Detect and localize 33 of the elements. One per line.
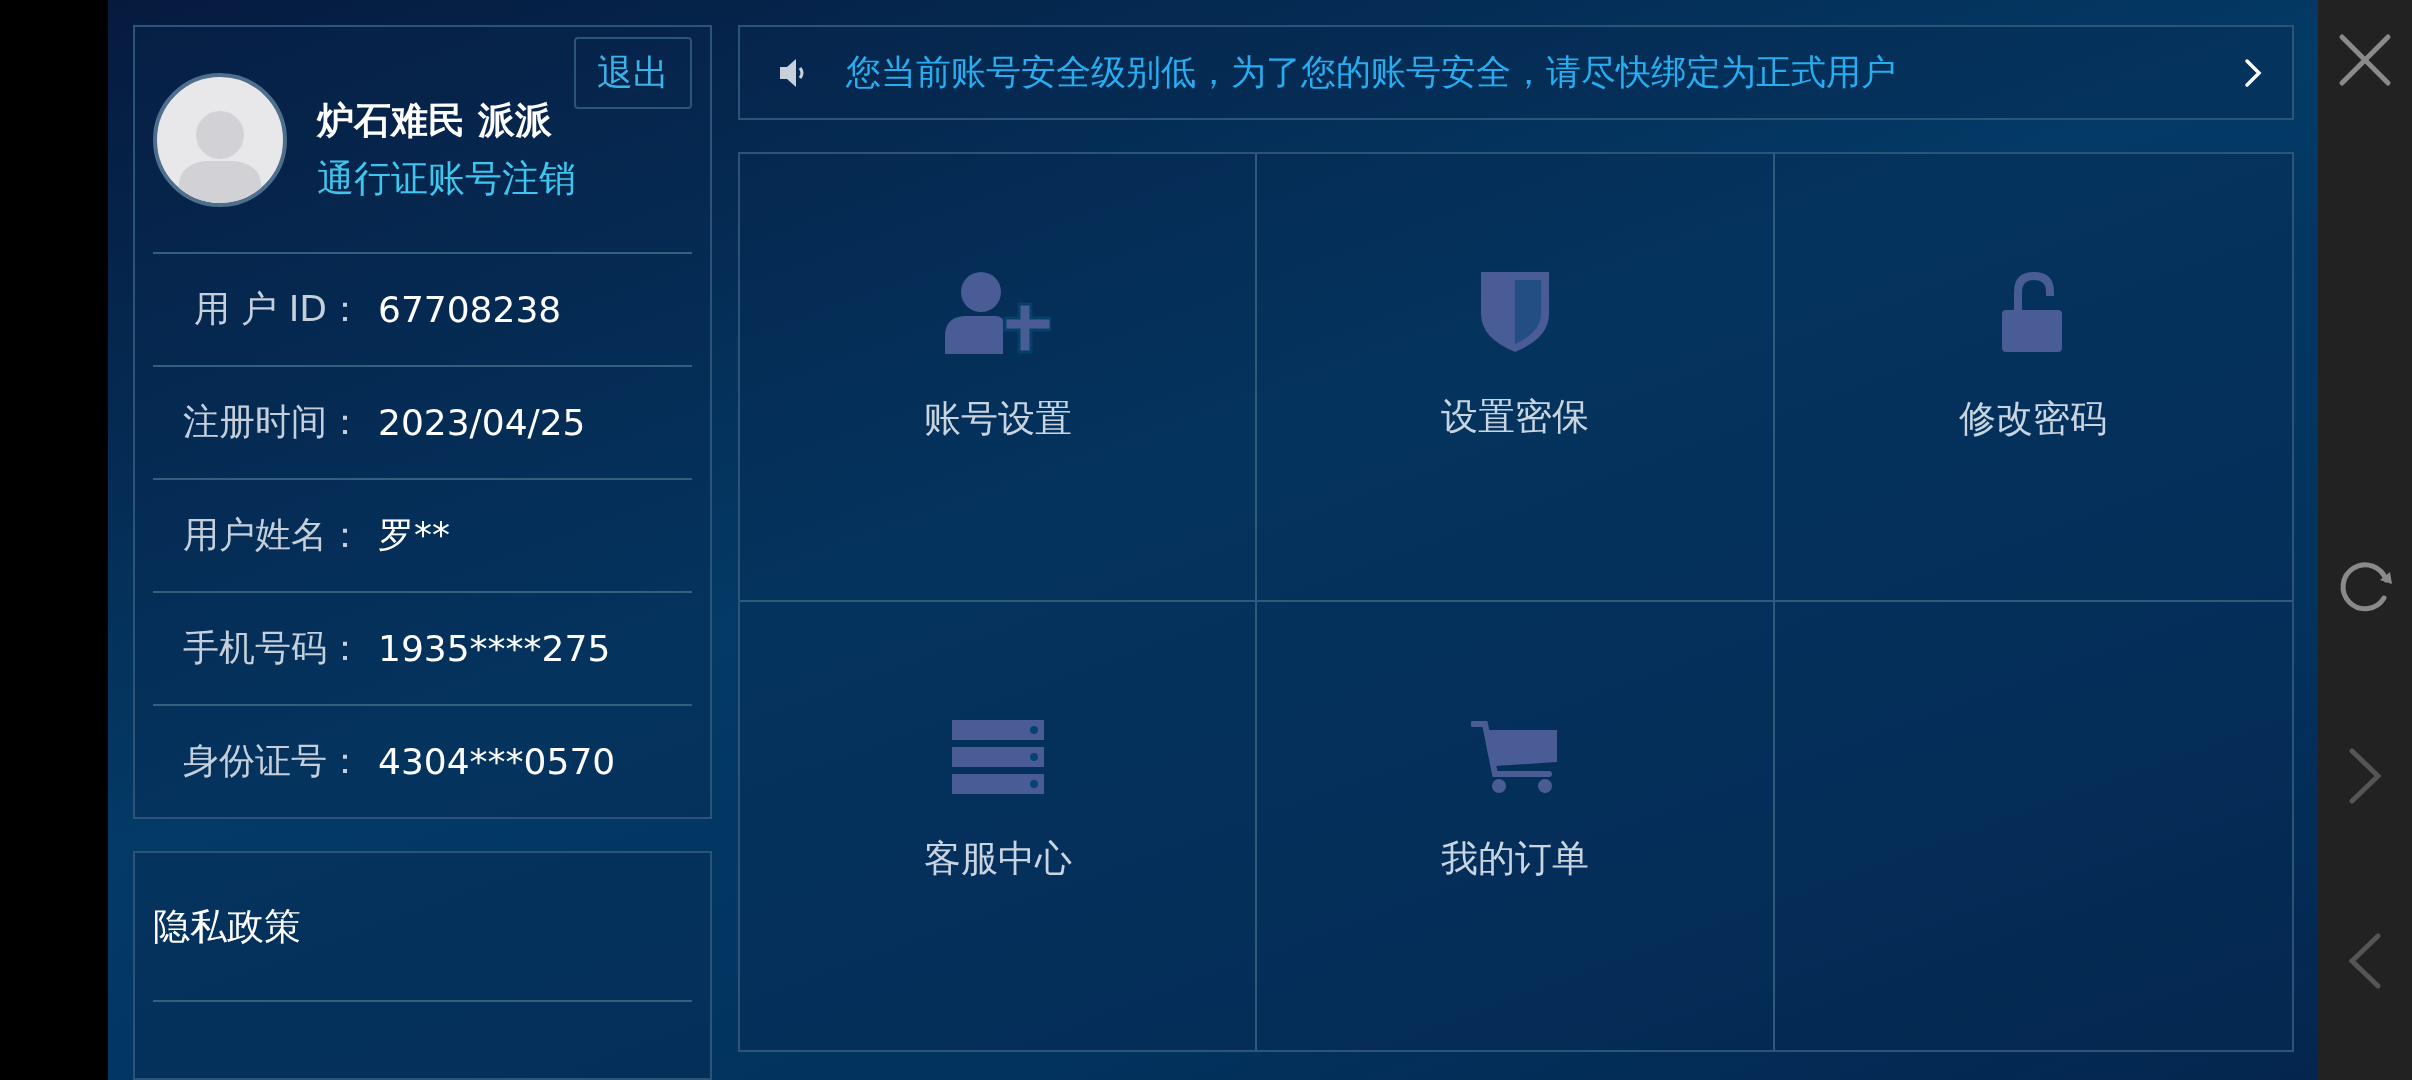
menu-tile[interactable]: 我的订单 — [1257, 602, 1775, 1050]
menu-tile[interactable]: 账号设置 — [740, 154, 1258, 602]
menu-tile[interactable]: 修改密码 — [1774, 154, 2292, 602]
field-label: 注册时间： — [182, 400, 364, 444]
field-value: 罗** — [378, 513, 450, 557]
chevron-right-icon — [2244, 57, 2262, 88]
server-icon — [951, 720, 1044, 794]
menu-tile[interactable]: 客服中心 — [740, 602, 1258, 1050]
field-label: 用 户 ID： — [192, 287, 364, 331]
menu-label: 客服中心 — [923, 836, 1072, 882]
menu-label: 账号设置 — [923, 396, 1072, 442]
user-name: 炉石难民 派派 — [317, 97, 553, 144]
account-cancel-link[interactable]: 通行证账号注销 — [317, 153, 576, 204]
menu-tile[interactable]: 设置密保 — [1257, 154, 1775, 602]
menu-label: 设置密保 — [1441, 394, 1589, 440]
notice-bar[interactable]: 您当前账号安全级别低，为了您的账号安全，请尽快绑定为正式用户 — [738, 25, 2294, 120]
field-value: 67708238 — [378, 289, 562, 330]
link-item[interactable]: 隐私政策 — [153, 853, 692, 1002]
field-label: 手机号码： — [182, 626, 364, 670]
user-plus-icon — [944, 272, 1051, 354]
shopping-cart-icon — [1471, 720, 1559, 794]
field-value: 1935****275 — [378, 628, 611, 669]
field-label: 用户姓名： — [182, 513, 364, 557]
logout-button[interactable]: 退出 — [574, 37, 692, 109]
unlocked-padlock-icon — [2002, 272, 2065, 354]
menu-label: 我的订单 — [1441, 836, 1589, 882]
close-icon[interactable] — [2338, 33, 2392, 87]
shield-icon — [1481, 272, 1549, 352]
menu-label: 修改密码 — [1959, 396, 2108, 442]
field-value: 4304***0570 — [378, 741, 616, 782]
field-value: 2023/04/25 — [378, 402, 586, 443]
notice-text: 您当前账号安全级别低，为了您的账号安全，请尽快绑定为正式用户 — [846, 51, 1897, 94]
field-label: 身份证号： — [182, 739, 364, 783]
